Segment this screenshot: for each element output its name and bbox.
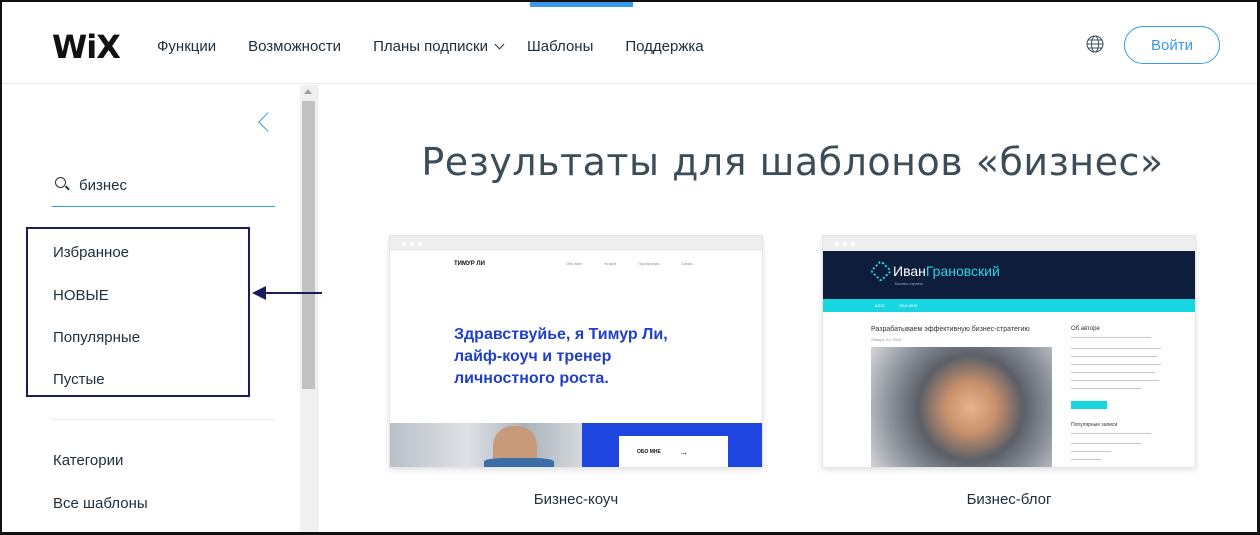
filter-blank[interactable]: Пустые xyxy=(53,371,105,388)
filter-popular[interactable]: Популярные xyxy=(53,329,140,346)
arrow-right-icon: → xyxy=(679,447,688,457)
wix-logo[interactable]: WiX xyxy=(52,28,121,66)
text-line xyxy=(1071,388,1141,389)
browser-bar xyxy=(390,236,762,251)
nav-item-plans[interactable]: Планы подписки xyxy=(373,38,505,55)
template-label-business-blog[interactable]: Бизнес-блог xyxy=(822,491,1196,508)
preview-post-date: Январь 21, 2014 xyxy=(871,337,902,342)
filter-favorites[interactable]: Избранное xyxy=(53,244,129,261)
login-button[interactable]: Войти xyxy=(1124,26,1220,64)
top-header: WiX Функции Возможности Планы подписки Ш… xyxy=(2,2,1257,84)
preview-blog-subtitle: Бизнес-стратег xyxy=(895,281,924,286)
text-line xyxy=(1071,364,1161,365)
browser-bar xyxy=(823,236,1195,251)
all-templates-link[interactable]: Все шаблоны xyxy=(53,495,148,512)
preview-blog-nav: БЛОГ ОБО МНЕ xyxy=(823,299,1195,312)
preview-hands-photo xyxy=(871,347,1052,467)
annotation-arrow-head xyxy=(252,286,266,300)
search-input[interactable]: бизнес xyxy=(79,177,127,194)
sidebar-divider xyxy=(52,419,275,420)
page-title: Результаты для шаблонов «бизнес» xyxy=(421,140,1164,184)
main-nav: Функции Возможности Планы подписки Шабло… xyxy=(157,38,736,55)
preview-nav: Обо мне Услуги Портфолио Связь xyxy=(566,261,693,266)
text-line xyxy=(1071,337,1151,338)
nav-item-capabilities[interactable]: Возможности xyxy=(248,38,341,55)
preview-person-shirt xyxy=(484,458,554,467)
annotation-arrow-line xyxy=(264,292,322,294)
active-tab-indicator xyxy=(530,2,633,7)
text-line xyxy=(1071,380,1159,381)
nav-item-templates[interactable]: Шаблоны xyxy=(527,38,593,55)
preview-post-title: Разрабатываем эффективную бизнес-стратег… xyxy=(871,326,1030,333)
sidebar: бизнес Избранное НОВЫЕ Популярные Пустые… xyxy=(2,85,318,532)
preview-blog-title: ИванГрановский xyxy=(893,263,1000,279)
globe-icon[interactable] xyxy=(1086,35,1104,53)
preview-about-card: ОБО МНЕ → xyxy=(619,436,728,467)
preview-recent-heading: Популярные записи xyxy=(1071,422,1118,428)
scrollbar-thumb[interactable] xyxy=(302,101,315,389)
page-frame: WiX Функции Возможности Планы подписки Ш… xyxy=(0,0,1260,535)
scroll-up-icon[interactable] xyxy=(304,89,312,94)
collapse-sidebar-icon[interactable] xyxy=(258,112,278,132)
preview-blog-header: ИванГрановский Бизнес-стратег xyxy=(823,251,1195,299)
search-field[interactable]: бизнес xyxy=(52,173,275,207)
preview-heading: Здравствуйье, я Тимур Ли, лайф-коуч и тр… xyxy=(454,326,668,387)
text-line xyxy=(1071,348,1161,349)
preview-about-heading: Об авторе xyxy=(1071,326,1100,332)
categories-heading[interactable]: Категории xyxy=(53,452,123,469)
text-line xyxy=(1071,443,1141,444)
text-line xyxy=(1071,356,1157,357)
text-line xyxy=(1071,451,1111,452)
chevron-down-icon xyxy=(494,39,505,50)
nav-item-support[interactable]: Поддержка xyxy=(625,38,703,55)
nav-item-features[interactable]: Функции xyxy=(157,38,216,55)
preview-more-button xyxy=(1071,401,1107,409)
molecule-logo-icon xyxy=(869,259,893,283)
filter-new[interactable]: НОВЫЕ xyxy=(53,287,109,304)
text-line xyxy=(1071,459,1101,460)
template-label-business-coach[interactable]: Бизнес-коуч xyxy=(389,491,763,508)
text-line xyxy=(1071,433,1151,434)
preview-site-name: ТИМУР ЛИ xyxy=(454,261,485,267)
template-card-business-coach[interactable]: ТИМУР ЛИ Обо мне Услуги Портфолио Связь … xyxy=(389,235,763,468)
template-card-business-blog[interactable]: ИванГрановский Бизнес-стратег БЛОГ ОБО М… xyxy=(822,235,1196,468)
search-icon xyxy=(55,177,66,188)
text-line xyxy=(1071,372,1155,373)
